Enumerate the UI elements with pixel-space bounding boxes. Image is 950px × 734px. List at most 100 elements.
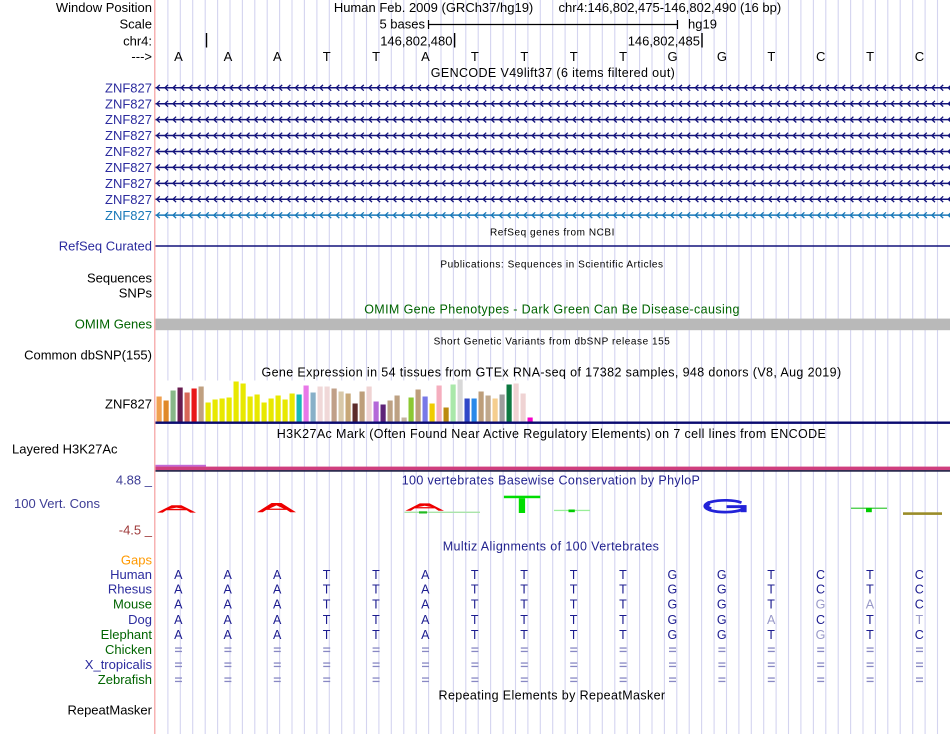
svg-text:T: T [619, 582, 627, 596]
svg-text:T: T [767, 628, 775, 642]
svg-text:A: A [174, 628, 183, 642]
svg-text:G: G [717, 582, 727, 596]
svg-text:A: A [224, 597, 233, 611]
svg-text:T: T [866, 628, 874, 642]
svg-text:Gene Expression in 54 tissues: Gene Expression in 54 tissues from GTEx … [261, 365, 841, 379]
svg-text:A: A [174, 568, 183, 582]
svg-text:RefSeq genes from NCBI: RefSeq genes from NCBI [490, 228, 615, 239]
svg-text:Short Genetic Variants from db: Short Genetic Variants from dbSNP releas… [434, 337, 671, 348]
svg-text:Dog: Dog [128, 612, 152, 627]
svg-text:T: T [471, 49, 479, 64]
svg-text:G: G [816, 628, 826, 642]
svg-text:G: G [667, 597, 677, 611]
svg-text:A: A [224, 613, 233, 627]
svg-text:T: T [767, 568, 775, 582]
svg-text:C: C [915, 49, 924, 64]
svg-text:T: T [520, 597, 528, 611]
svg-text:G: G [717, 49, 727, 64]
svg-text:G: G [667, 568, 677, 582]
svg-text:T: T [323, 597, 331, 611]
svg-text:T: T [372, 613, 380, 627]
svg-text:RefSeq Curated: RefSeq Curated [59, 239, 152, 254]
svg-text:A: A [174, 49, 183, 64]
svg-text:T: T [619, 628, 627, 642]
svg-text:hg19: hg19 [688, 17, 717, 32]
svg-text:Elephant: Elephant [101, 627, 153, 642]
svg-text:Gaps: Gaps [121, 552, 153, 567]
svg-text:T: T [570, 568, 578, 582]
svg-text:chr4:: chr4: [123, 34, 152, 49]
svg-text:X_tropicalis: X_tropicalis [85, 657, 153, 672]
svg-text:A: A [224, 628, 233, 642]
svg-text:T: T [767, 49, 775, 64]
svg-text:A: A [273, 568, 282, 582]
svg-text:T: T [866, 582, 874, 596]
svg-text:100 vertebrates Basewise Conse: 100 vertebrates Basewise Conservation by… [402, 473, 701, 487]
svg-text:T: T [323, 613, 331, 627]
svg-text:G: G [717, 568, 727, 582]
svg-text:OMIM Genes: OMIM Genes [75, 317, 153, 332]
svg-text:--->: ---> [131, 49, 152, 64]
svg-text:A: A [421, 628, 430, 642]
svg-text:A: A [273, 628, 282, 642]
svg-text:ZNF827: ZNF827 [105, 208, 152, 223]
svg-text:T: T [372, 628, 380, 642]
svg-text:T: T [570, 597, 578, 611]
svg-text:Repeating Elements by RepeatMa: Repeating Elements by RepeatMasker [439, 688, 666, 702]
svg-text:OMIM Gene Phenotypes - Dark Gr: OMIM Gene Phenotypes - Dark Green Can Be… [364, 303, 740, 317]
svg-text:A: A [866, 597, 875, 611]
svg-text:T: T [866, 613, 874, 627]
svg-text:C: C [915, 568, 924, 582]
svg-text:T: T [471, 568, 479, 582]
svg-text:A: A [273, 597, 282, 611]
svg-text:T: T [323, 582, 331, 596]
svg-text:A: A [421, 582, 430, 596]
svg-text:G: G [717, 613, 727, 627]
svg-text:ZNF827: ZNF827 [105, 80, 152, 95]
svg-text:ZNF827: ZNF827 [105, 128, 152, 143]
svg-text:T: T [471, 597, 479, 611]
svg-text:C: C [816, 582, 825, 596]
svg-text:5 bases: 5 bases [379, 17, 425, 32]
svg-text:Scale: Scale [119, 17, 152, 32]
svg-text:Layered H3K27Ac: Layered H3K27Ac [12, 442, 118, 457]
svg-text:T: T [471, 582, 479, 596]
svg-text:146,802,480: 146,802,480 [380, 34, 452, 49]
svg-text:C: C [915, 597, 924, 611]
svg-text:GENCODE V49lift37 (6 items fil: GENCODE V49lift37 (6 items filtered out) [431, 66, 675, 80]
svg-text:T: T [866, 568, 874, 582]
svg-text:Publications: Sequences in Sci: Publications: Sequences in Scientific Ar… [440, 260, 663, 271]
svg-text:A: A [224, 49, 233, 64]
svg-text:A: A [273, 582, 282, 596]
svg-text:ZNF827: ZNF827 [105, 144, 152, 159]
svg-text:T: T [866, 49, 874, 64]
svg-text:ZNF827: ZNF827 [105, 397, 152, 412]
svg-text:C: C [816, 568, 825, 582]
svg-text:T: T [520, 628, 528, 642]
svg-text:T: T [372, 597, 380, 611]
svg-text:G: G [667, 628, 677, 642]
svg-text:A: A [421, 613, 430, 627]
svg-text:ZNF827: ZNF827 [105, 112, 152, 127]
svg-text:T: T [619, 597, 627, 611]
svg-text:Multiz Alignments of 100 Verte: Multiz Alignments of 100 Vertebrates [443, 539, 660, 553]
svg-text:C: C [915, 582, 924, 596]
svg-text:T: T [915, 613, 923, 627]
svg-text:T: T [520, 568, 528, 582]
svg-text:A: A [224, 568, 233, 582]
svg-text:H3K27Ac Mark (Often Found Near: H3K27Ac Mark (Often Found Near Active Re… [277, 427, 827, 441]
svg-text:T: T [323, 568, 331, 582]
svg-text:Window Position: Window Position [56, 0, 152, 15]
svg-text:T: T [570, 628, 578, 642]
svg-text:ZNF827: ZNF827 [105, 96, 152, 111]
svg-text:A: A [273, 613, 282, 627]
svg-text:T: T [570, 613, 578, 627]
svg-text:ZNF827: ZNF827 [105, 176, 152, 191]
svg-text:T: T [520, 49, 528, 64]
svg-text:-4.5 _: -4.5 _ [119, 523, 153, 538]
svg-text:A: A [421, 597, 430, 611]
svg-text:Chicken: Chicken [105, 642, 152, 657]
svg-text:T: T [570, 49, 578, 64]
svg-text:T: T [570, 582, 578, 596]
svg-text:SNPs: SNPs [119, 286, 153, 301]
